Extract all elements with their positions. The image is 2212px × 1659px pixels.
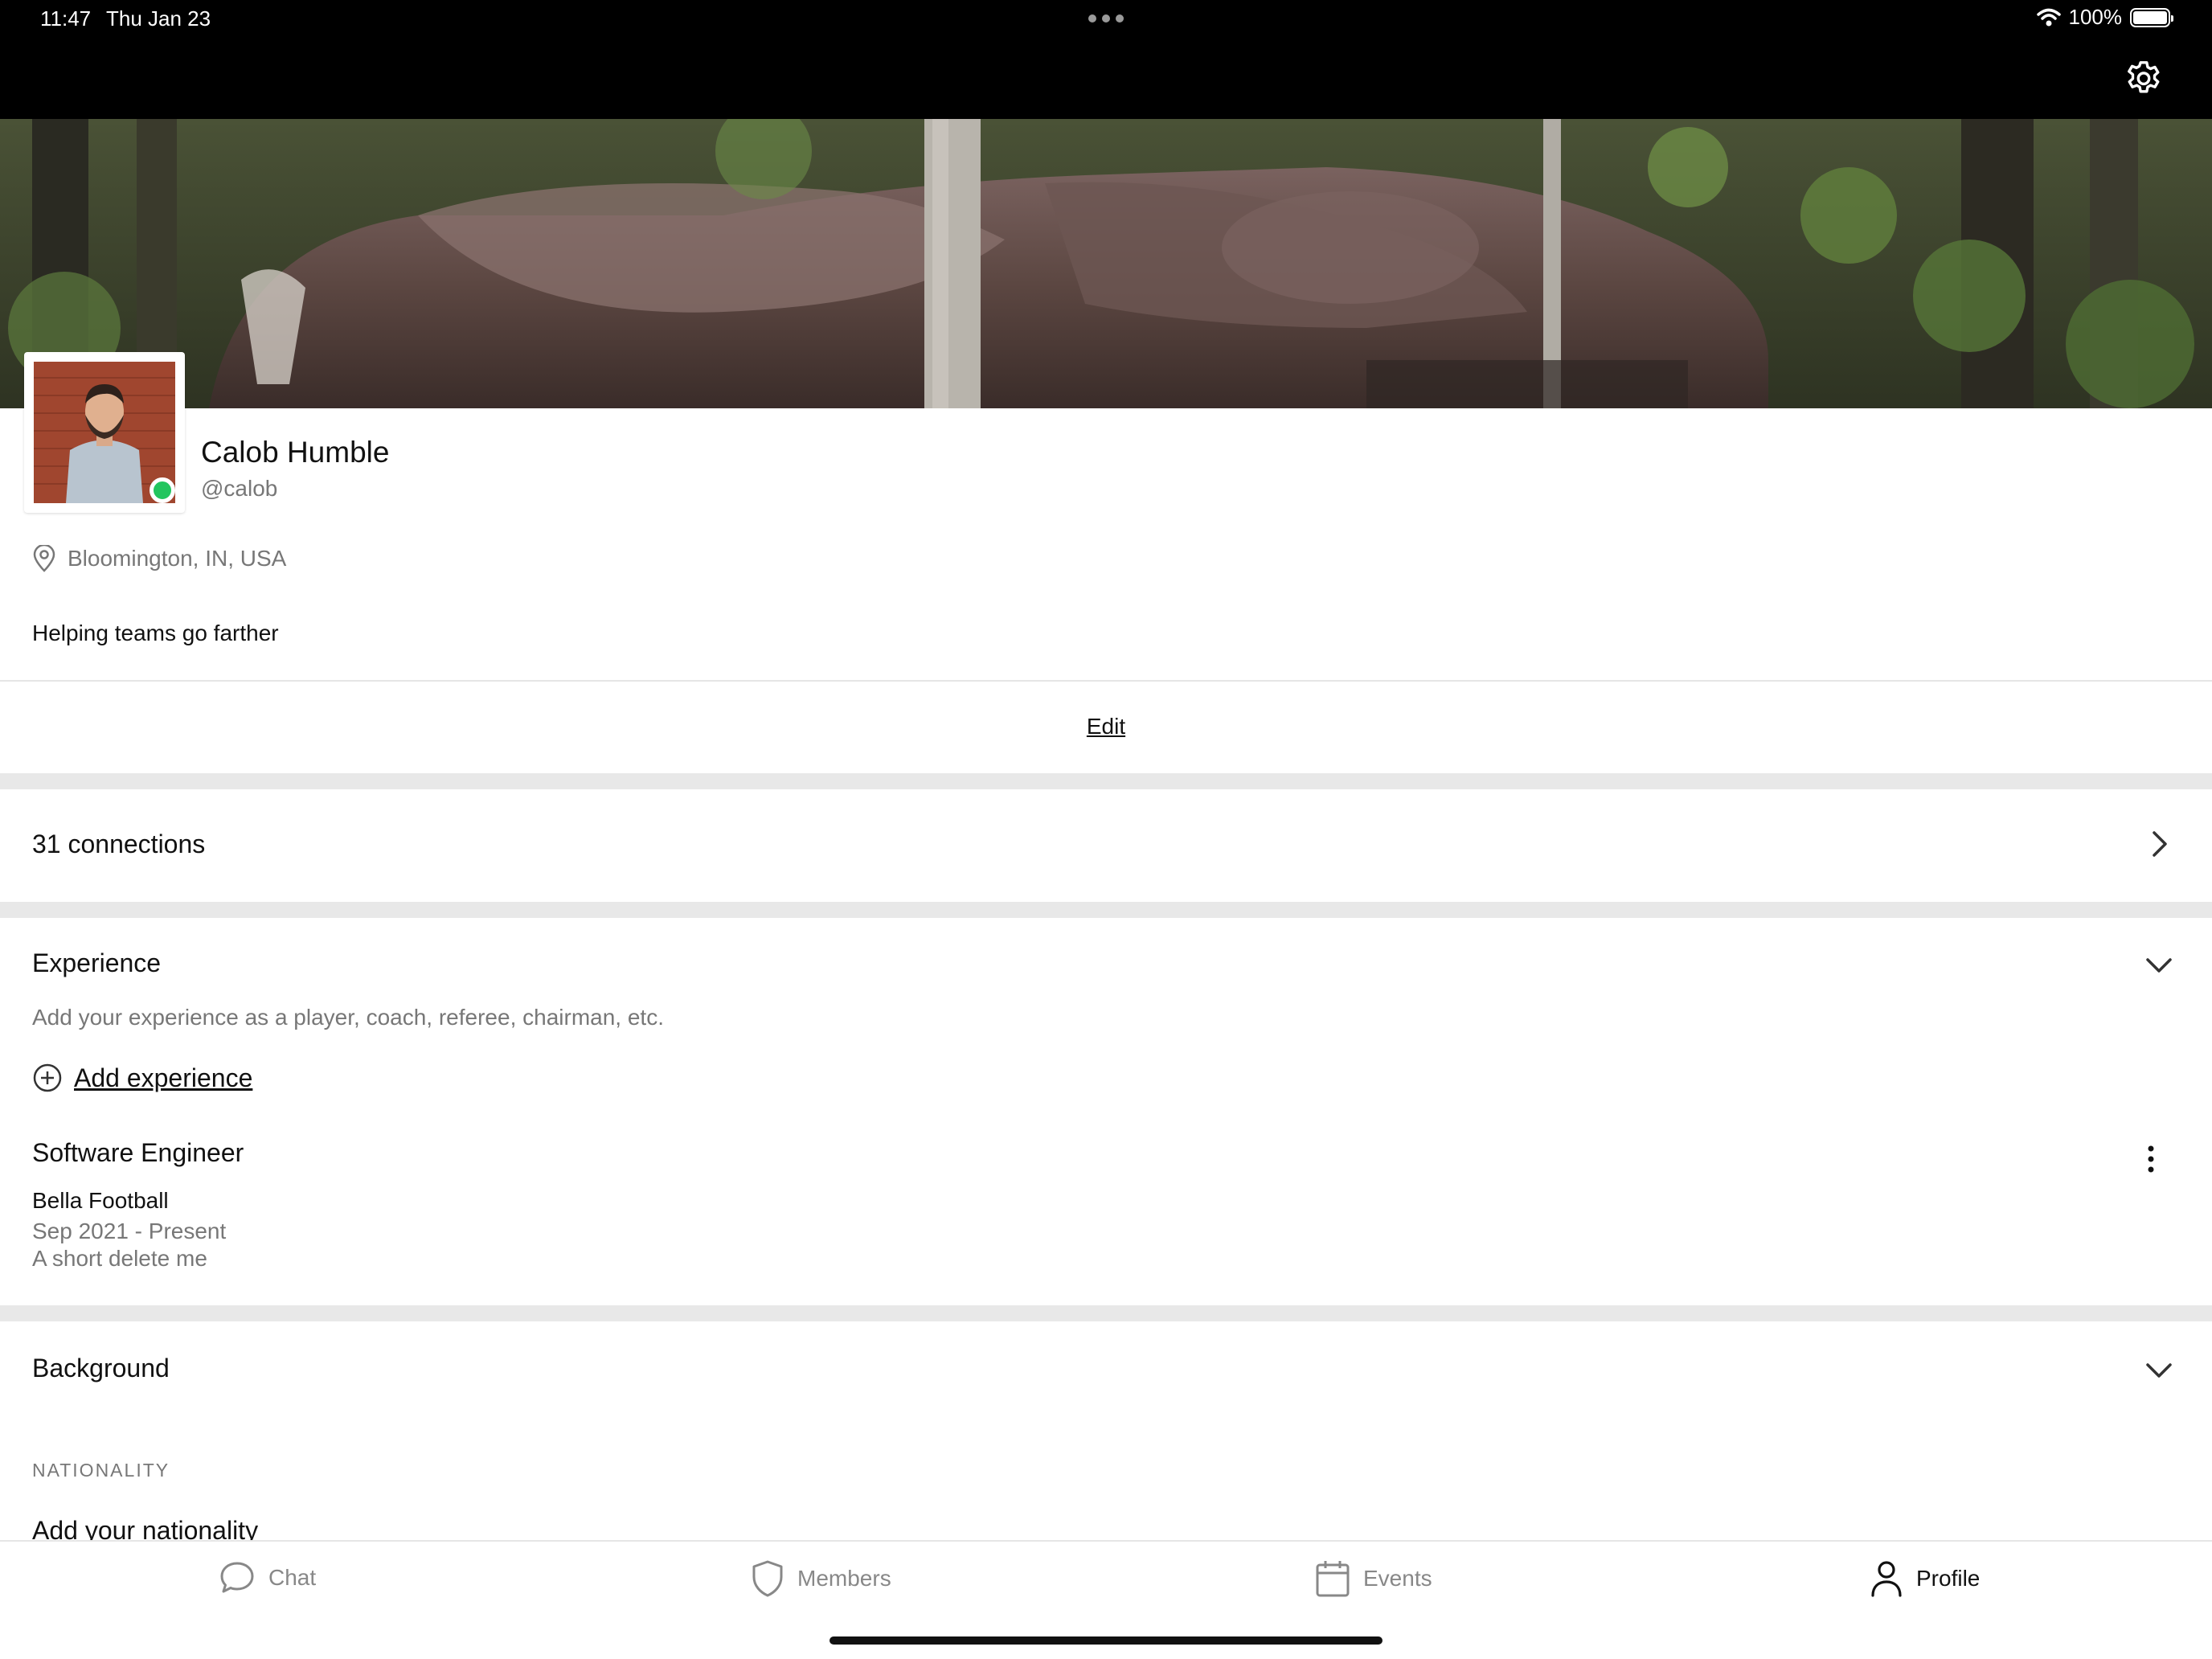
- experience-item-description: A short delete me: [32, 1246, 207, 1271]
- home-indicator[interactable]: [830, 1636, 1382, 1645]
- experience-item-organization: Bella Football: [32, 1188, 169, 1213]
- experience-hint: Add your experience as a player, coach, …: [32, 1005, 664, 1030]
- chat-bubble-icon: [220, 1562, 254, 1593]
- location-pin-icon: [33, 545, 55, 572]
- wifi-icon: [2036, 8, 2061, 26]
- online-status-indicator: [150, 477, 175, 503]
- calendar-icon: [1316, 1561, 1350, 1597]
- cover-photo-image: [0, 119, 2212, 408]
- add-experience-label: Add experience: [74, 1063, 253, 1092]
- experience-item-title: Software Engineer: [32, 1138, 244, 1167]
- connections-label: 31 connections: [32, 830, 206, 858]
- section-separator: [0, 902, 2212, 918]
- chevron-right-icon: [2153, 831, 2167, 857]
- gear-icon[interactable]: [2122, 58, 2165, 101]
- experience-item-dates: Sep 2021 - Present: [32, 1219, 227, 1243]
- section-separator: [0, 773, 2212, 789]
- tab-events[interactable]: Events: [1315, 1559, 1432, 1598]
- battery-percent: 100%: [2068, 5, 2123, 29]
- divider: [0, 680, 2212, 682]
- section-separator: [0, 1305, 2212, 1321]
- tab-profile-label: Profile: [1916, 1566, 1981, 1591]
- add-experience-button[interactable]: Add experience: [32, 1063, 252, 1093]
- connections-row[interactable]: 31 connections: [0, 789, 2212, 902]
- tab-members-label: Members: [797, 1566, 891, 1591]
- multitasking-dots-icon[interactable]: [1088, 14, 1124, 23]
- experience-title: Experience: [32, 948, 162, 977]
- status-date: Thu Jan 23: [106, 6, 211, 31]
- top-bar: 11:47 Thu Jan 23 100%: [0, 0, 2212, 119]
- location-text: Bloomington, IN, USA: [68, 546, 287, 571]
- battery-icon: [2130, 7, 2173, 27]
- background-title: Background: [32, 1354, 170, 1382]
- chevron-down-icon[interactable]: [2143, 952, 2175, 981]
- tab-chat-label: Chat: [268, 1565, 317, 1590]
- cover-photo[interactable]: [0, 119, 2212, 408]
- profile-location: Bloomington, IN, USA: [32, 545, 286, 572]
- profile-name: Calob Humble: [201, 436, 390, 469]
- nationality-label: NATIONALITY: [32, 1460, 170, 1481]
- tab-chat[interactable]: Chat: [219, 1559, 316, 1596]
- status-time: 11:47: [40, 6, 92, 31]
- status-right: 100%: [2036, 5, 2173, 30]
- tab-members[interactable]: Members: [751, 1559, 891, 1598]
- chevron-down-icon[interactable]: [2143, 1357, 2175, 1386]
- profile-tagline: Helping teams go farther: [32, 621, 279, 645]
- tab-profile[interactable]: Profile: [1870, 1559, 1980, 1598]
- more-vertical-icon[interactable]: [2141, 1143, 2161, 1175]
- plus-circle-icon: [33, 1063, 62, 1092]
- shield-icon: [752, 1560, 783, 1597]
- edit-profile-link[interactable]: Edit: [0, 714, 2212, 739]
- person-icon: [1871, 1561, 1902, 1597]
- profile-handle: @calob: [201, 476, 278, 501]
- tab-events-label: Events: [1363, 1566, 1432, 1591]
